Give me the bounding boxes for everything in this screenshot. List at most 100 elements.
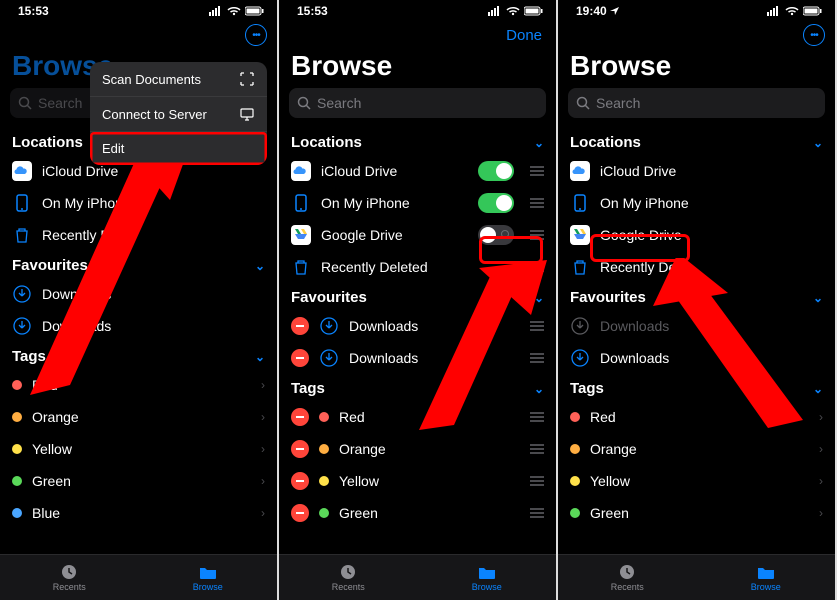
- remove-button[interactable]: [291, 440, 309, 458]
- tab-recents[interactable]: Recents: [558, 555, 697, 600]
- reorder-handle-icon[interactable]: [530, 321, 544, 331]
- section-header-favourites[interactable]: Favourites ⌄: [558, 283, 835, 310]
- status-bar: 19:40: [558, 0, 835, 20]
- remove-button[interactable]: [291, 408, 309, 426]
- tag-row[interactable]: Red: [279, 401, 556, 433]
- tab-label: Recents: [611, 582, 644, 592]
- search-input[interactable]: Search: [289, 88, 546, 118]
- row-label: On My iPhone: [42, 195, 131, 211]
- tab-browse[interactable]: Browse: [139, 555, 278, 600]
- remove-button[interactable]: [291, 472, 309, 490]
- reorder-handle-icon[interactable]: [530, 476, 544, 486]
- status-time: 19:40: [576, 4, 607, 18]
- row-label: Downloads: [600, 318, 669, 334]
- menu-item-label: Connect to Server: [102, 107, 207, 122]
- location-row-on-my-iphone[interactable]: On My iPhone: [0, 187, 277, 219]
- section-header-favourites[interactable]: Favourites ⌄: [279, 283, 556, 310]
- favourite-row-downloads[interactable]: Downloads: [279, 342, 556, 374]
- tag-row[interactable]: Orange: [279, 433, 556, 465]
- tab-recents[interactable]: Recents: [0, 555, 139, 600]
- tag-row[interactable]: Green: [279, 497, 556, 529]
- chevron-down-icon: ⌄: [813, 382, 823, 396]
- tag-row[interactable]: Yellow›: [558, 465, 835, 497]
- chevron-right-icon: ›: [261, 474, 265, 488]
- tag-row[interactable]: Blue›: [0, 497, 277, 529]
- tag-row[interactable]: Yellow: [279, 465, 556, 497]
- favourite-row-downloads[interactable]: Downloads: [0, 310, 277, 342]
- reorder-handle-icon[interactable]: [530, 198, 544, 208]
- row-label: Recently Del: [600, 259, 679, 275]
- reorder-handle-icon[interactable]: [530, 262, 544, 272]
- search-input[interactable]: Search: [568, 88, 825, 118]
- location-row-google-drive[interactable]: Google Drive: [279, 219, 556, 251]
- tab-browse[interactable]: Browse: [697, 555, 836, 600]
- section-header-tags[interactable]: Tags ⌄: [0, 342, 277, 369]
- favourite-row-downloads[interactable]: Downloads: [558, 342, 835, 374]
- tag-row[interactable]: Red›: [558, 401, 835, 433]
- location-row-icloud[interactable]: iCloud Drive: [279, 155, 556, 187]
- section-header-tags[interactable]: Tags ⌄: [279, 374, 556, 401]
- favourite-row-downloads[interactable]: Downloads: [279, 310, 556, 342]
- reorder-handle-icon[interactable]: [530, 230, 544, 240]
- reorder-handle-icon[interactable]: [530, 353, 544, 363]
- favourite-row-downloads[interactable]: Downloads: [558, 310, 835, 342]
- location-row-google-drive[interactable]: Google Drive: [558, 219, 835, 251]
- tag-row[interactable]: Orange›: [0, 401, 277, 433]
- more-options-button[interactable]: •••: [245, 24, 267, 46]
- more-options-button[interactable]: •••: [803, 24, 825, 46]
- tag-row[interactable]: Orange›: [558, 433, 835, 465]
- status-bar: 15:53: [279, 0, 556, 20]
- menu-item-scan-documents[interactable]: Scan Documents: [90, 62, 267, 97]
- tag-dot-icon: [319, 412, 329, 422]
- favourite-row-downloads[interactable]: Downloads: [0, 278, 277, 310]
- tag-row[interactable]: Red›: [0, 369, 277, 401]
- row-label: iCloud Drive: [600, 163, 676, 179]
- remove-button[interactable]: [291, 317, 309, 335]
- tab-recents[interactable]: Recents: [279, 555, 418, 600]
- search-icon: [576, 96, 590, 110]
- row-label: Downloads: [42, 318, 111, 334]
- toggle-switch[interactable]: [478, 193, 514, 213]
- tag-row[interactable]: Yellow ›: [0, 433, 277, 465]
- row-label: Recently Deleted: [321, 259, 428, 275]
- location-row-recently-deleted[interactable]: Recently Del: [558, 251, 835, 283]
- download-icon: [570, 348, 590, 368]
- tab-browse[interactable]: Browse: [418, 555, 557, 600]
- toggle-switch[interactable]: [478, 225, 514, 245]
- tag-row[interactable]: Green›: [0, 465, 277, 497]
- menu-item-edit[interactable]: Edit: [90, 132, 267, 165]
- remove-button[interactable]: [291, 504, 309, 522]
- done-button[interactable]: Done: [506, 27, 546, 44]
- section-header-favourites[interactable]: Favourites ⌄: [0, 251, 277, 278]
- row-label: Yellow: [32, 441, 72, 457]
- tag-row[interactable]: Green›: [558, 497, 835, 529]
- section-header-tags[interactable]: Tags ⌄: [558, 374, 835, 401]
- remove-button[interactable]: [291, 349, 309, 367]
- tab-bar: Recents Browse: [0, 554, 277, 600]
- battery-icon: [524, 6, 544, 16]
- reorder-handle-icon[interactable]: [530, 444, 544, 454]
- reorder-handle-icon[interactable]: [530, 166, 544, 176]
- location-row-icloud[interactable]: iCloud Drive: [558, 155, 835, 187]
- folder-icon: [756, 563, 776, 581]
- chevron-right-icon: ›: [261, 410, 265, 424]
- toggle-switch[interactable]: [478, 161, 514, 181]
- location-row-recently-deleted[interactable]: Recently Deleted: [279, 251, 556, 283]
- reorder-handle-icon[interactable]: [530, 508, 544, 518]
- navbar: •••: [558, 20, 835, 50]
- section-header-locations[interactable]: Locations ⌄: [558, 128, 835, 155]
- iphone-icon: [291, 193, 311, 213]
- location-row-on-my-iphone[interactable]: On My iPhone: [558, 187, 835, 219]
- status-time: 15:53: [297, 4, 328, 18]
- menu-item-connect-to-server[interactable]: Connect to Server: [90, 97, 267, 132]
- location-row-on-my-iphone[interactable]: On My iPhone: [279, 187, 556, 219]
- clock-icon: [617, 563, 637, 581]
- row-label: iCloud Drive: [42, 163, 118, 179]
- row-label: Downloads: [349, 318, 418, 334]
- chevron-right-icon: ›: [261, 442, 265, 456]
- location-row-recently-deleted[interactable]: Recently Del: [0, 219, 277, 251]
- section-header-locations[interactable]: Locations ⌄: [279, 128, 556, 155]
- chevron-down-icon: ⌄: [255, 350, 265, 364]
- search-placeholder: Search: [38, 95, 82, 111]
- reorder-handle-icon[interactable]: [530, 412, 544, 422]
